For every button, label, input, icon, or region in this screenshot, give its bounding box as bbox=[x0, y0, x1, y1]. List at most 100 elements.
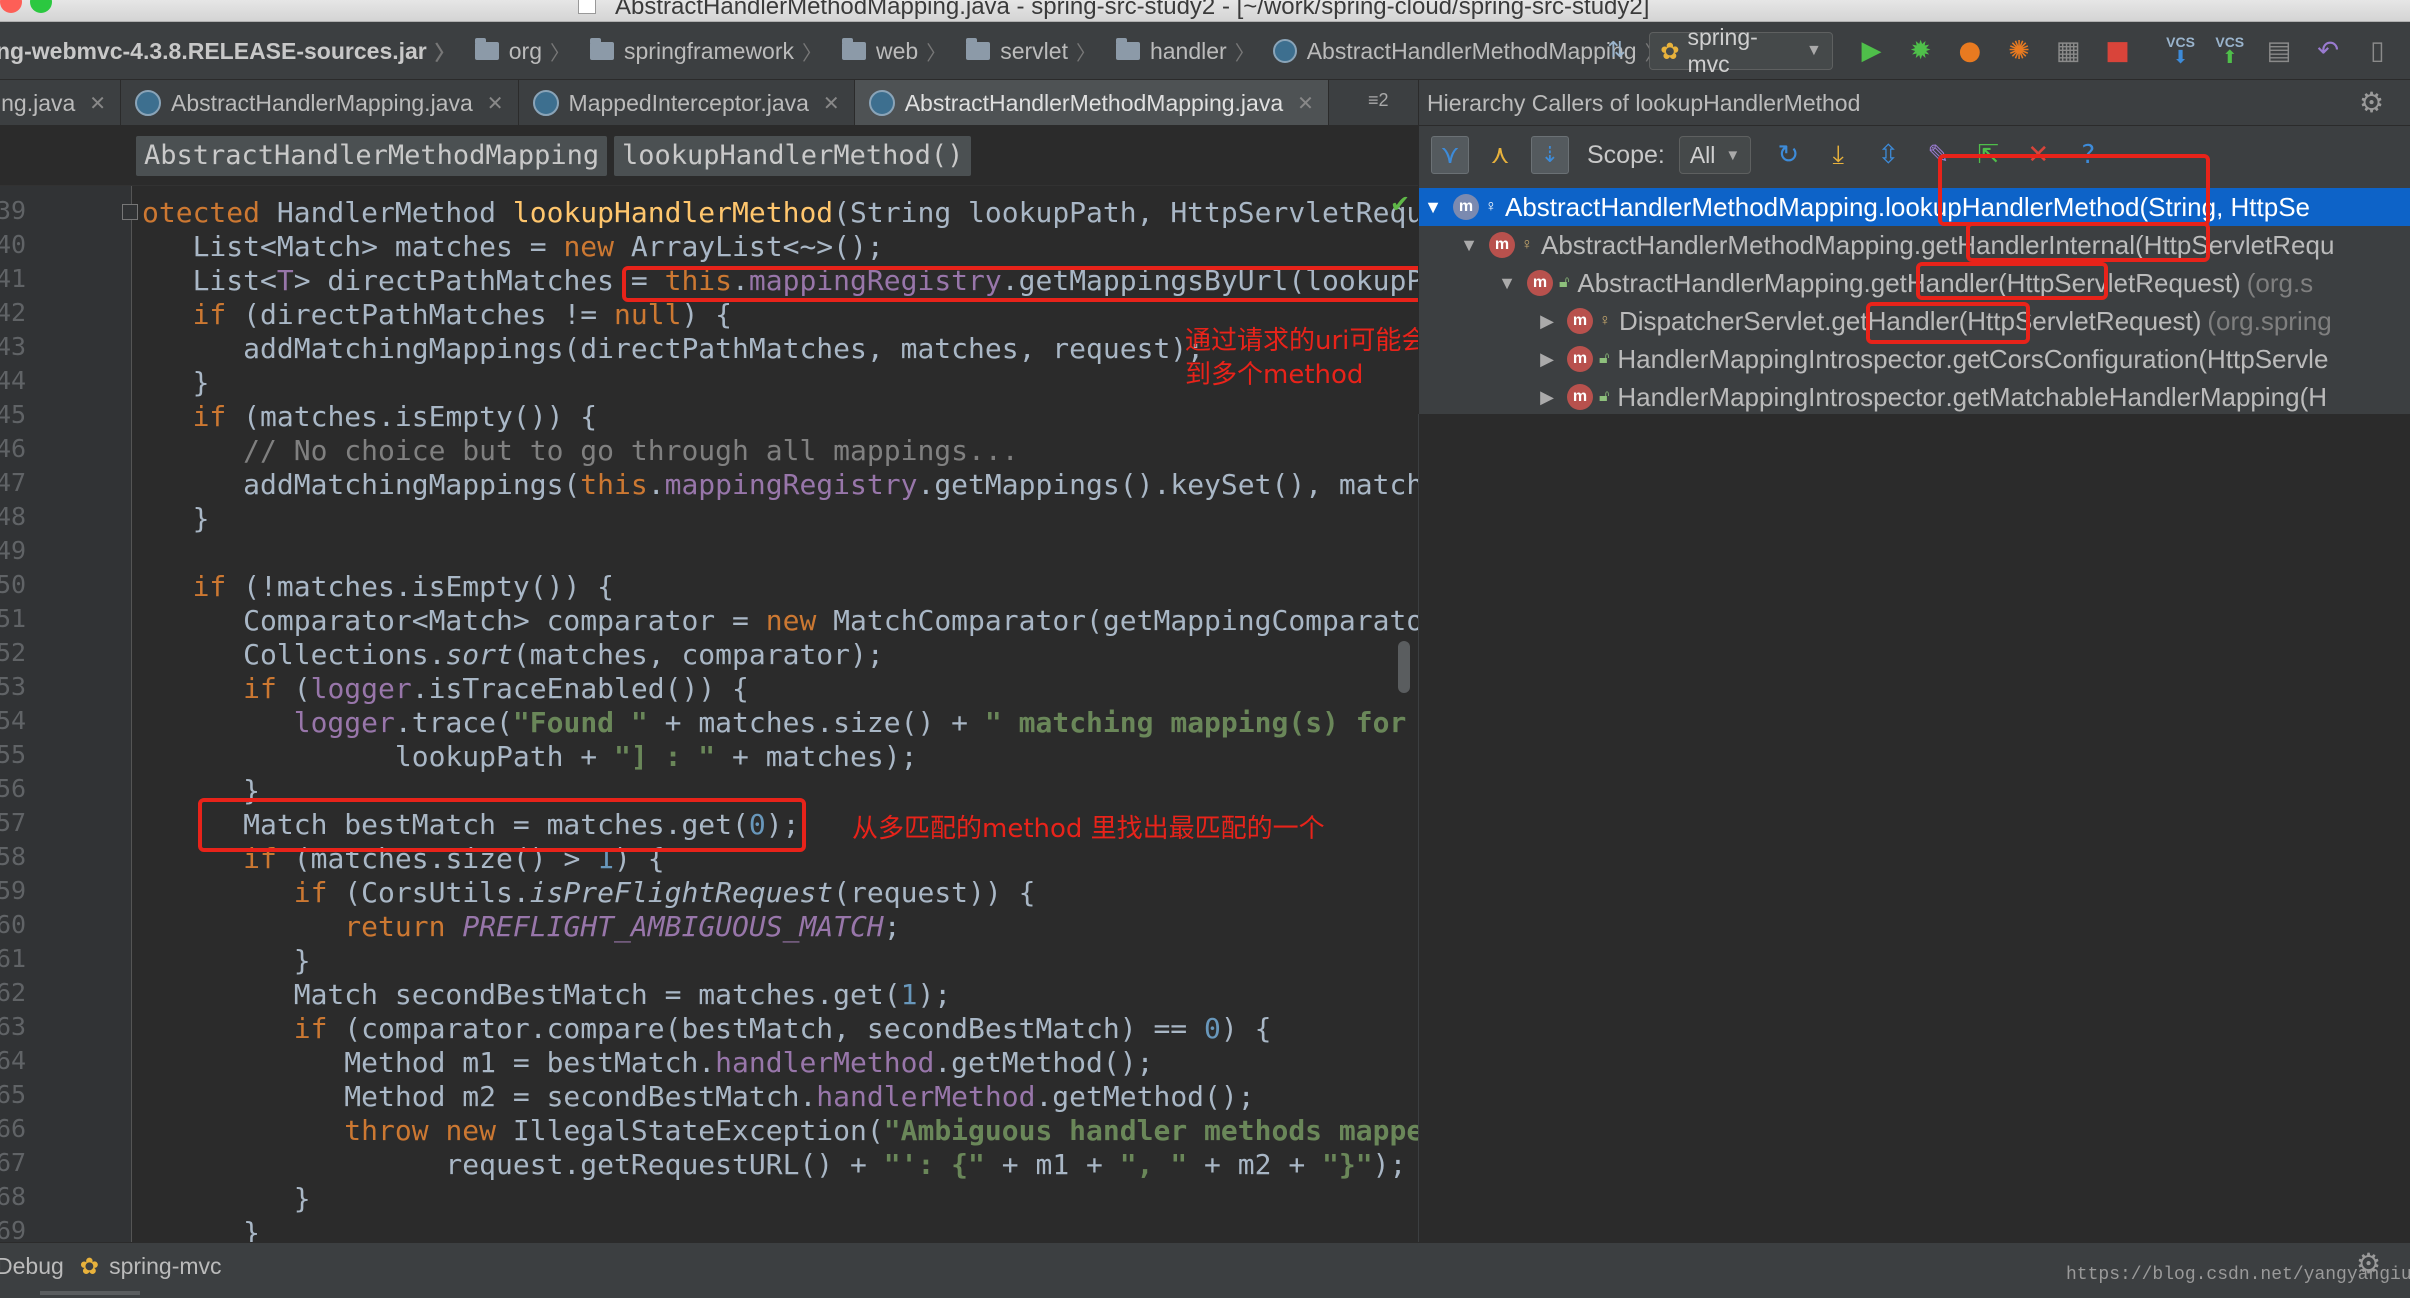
sort-alphabetically-icon[interactable]: ⇣ bbox=[1531, 136, 1569, 174]
tree-row-lookup-handler-method[interactable]: ▼ m ♀ AbstractHandlerMethodMapping .looku… bbox=[1419, 188, 2410, 226]
annotation-note-uri: 通过请求的uri可能会获取 bbox=[1185, 326, 1418, 356]
breadcrumb-item-handler[interactable]: handler 〉 bbox=[1102, 37, 1255, 66]
expand-arrow-icon[interactable]: ▼ bbox=[1495, 273, 1519, 294]
debug-config-label: spring-mvc bbox=[109, 1253, 222, 1279]
expand-arrow-icon[interactable]: ▼ bbox=[1457, 235, 1481, 256]
tree-row-method: .lookupHandlerMethod(String, HttpSe bbox=[1877, 191, 2310, 222]
line-number: 48 bbox=[0, 502, 27, 531]
check-icon: ✔ bbox=[1390, 190, 1411, 218]
breadcrumb-label: servlet bbox=[1000, 37, 1068, 64]
tab-abstract-handler-method-mapping[interactable]: AbstractHandlerMethodMapping.java ✕ bbox=[854, 80, 1329, 125]
tab-abstract-handler-mapping[interactable]: AbstractHandlerMapping.java ✕ bbox=[121, 80, 519, 125]
help-icon[interactable]: ? bbox=[2069, 136, 2107, 174]
caller-hierarchy-icon[interactable]: ⋎ bbox=[1431, 136, 1469, 174]
breadcrumb-label: org bbox=[508, 37, 543, 64]
close-icon[interactable]: ✕ bbox=[823, 91, 840, 116]
editor-breadcrumb-method[interactable]: lookupHandlerMethod() bbox=[614, 136, 972, 176]
window-title: AbstractHandlerMethodMapping.java - spri… bbox=[615, 0, 1650, 20]
arrow-up-icon: ⬆ bbox=[2222, 47, 2238, 68]
run-config-label: spring-mvc bbox=[1687, 24, 1758, 77]
pin-icon[interactable]: ✎ bbox=[1919, 136, 1957, 174]
code-editor[interactable]: 39 40 41 42 43 44 45 46 47 48 49 50 51 52 53 54 55 56 57 58… bbox=[0, 186, 1418, 1242]
spring-boot-icon: ✿ bbox=[1660, 37, 1680, 64]
tree-row-get-handler-internal[interactable]: ▼ m ♀ AbstractHandlerMethodMapping .getHa… bbox=[1419, 226, 2410, 264]
tab-ing-java[interactable]: ing.java ✕ bbox=[0, 80, 122, 125]
editor-breadcrumb-class[interactable]: AbstractHandlerMethodMapping bbox=[136, 136, 608, 176]
chevron-right-icon: 〉 bbox=[802, 42, 823, 65]
tab-overflow-menu[interactable]: ≡2 bbox=[1368, 90, 1389, 111]
code-line: List<Match> matches = new ArrayList<~>()… bbox=[142, 230, 884, 263]
editor-scrollbar[interactable] bbox=[1398, 641, 1410, 693]
breadcrumb-item-web[interactable]: web 〉 bbox=[828, 37, 946, 66]
vcs-update-icon[interactable]: VCS ⬇ bbox=[2164, 34, 2197, 68]
breadcrumb-item-springframework[interactable]: springframework 〉 bbox=[576, 37, 822, 66]
chevron-right-icon: 〉 bbox=[1234, 42, 1255, 65]
export-icon[interactable]: ⤓ bbox=[1819, 136, 1857, 174]
breadcrumb-label: AbstractHandlerMethodMapping bbox=[1306, 37, 1637, 64]
code-line: Collections.sort(matches, comparator); bbox=[142, 638, 884, 671]
public-icon: 🔓︎ bbox=[1599, 388, 1610, 405]
history-icon[interactable]: ▤ bbox=[2262, 34, 2295, 68]
vcs-commit-icon[interactable]: VCS ⬆ bbox=[2213, 34, 2246, 68]
line-number: 45 bbox=[0, 400, 27, 429]
gear-icon[interactable]: ⚙ bbox=[2356, 1247, 2381, 1280]
breadcrumb-label: handler bbox=[1149, 37, 1227, 64]
scope-label: Scope: bbox=[1587, 140, 1665, 169]
breadcrumb-item-jar[interactable]: ng-webmvc-4.3.8.RELEASE-sources.jar 〉 bbox=[0, 37, 455, 66]
line-number: 50 bbox=[0, 570, 27, 599]
tab-mapped-interceptor[interactable]: MappedInterceptor.java ✕ bbox=[519, 80, 855, 125]
sort-icon[interactable]: ⇅ bbox=[1600, 34, 1633, 68]
expand-arrow-icon[interactable]: ▼ bbox=[1421, 197, 1445, 218]
run-configuration-select[interactable]: ✿ spring-mvc ▼ bbox=[1649, 24, 1833, 77]
line-number: 60 bbox=[0, 910, 27, 939]
attach-debugger-icon[interactable]: ▦ bbox=[2052, 34, 2085, 68]
close-icon[interactable]: ✕ bbox=[1297, 91, 1314, 116]
close-icon[interactable]: ✕ bbox=[89, 91, 106, 116]
close-window-button[interactable] bbox=[0, 0, 22, 13]
breadcrumb-item-servlet[interactable]: servlet 〉 bbox=[952, 37, 1096, 66]
chevron-right-icon: 〉 bbox=[550, 42, 571, 65]
scope-select[interactable]: All ▼ bbox=[1678, 136, 1752, 174]
gear-icon[interactable]: ⚙ bbox=[2359, 86, 2384, 119]
run-icon[interactable]: ▶ bbox=[1855, 34, 1888, 68]
line-number: 58 bbox=[0, 842, 27, 871]
annotation-note-uri-2: 到多个method bbox=[1185, 360, 1364, 390]
line-number: 57 bbox=[0, 808, 27, 837]
expand-all-icon[interactable]: ⇳ bbox=[1869, 136, 1907, 174]
tab-label: AbstractHandlerMethodMapping.java bbox=[904, 89, 1284, 116]
open-in-new-icon[interactable]: ⇱ bbox=[1969, 136, 2007, 174]
refresh-icon[interactable]: ↻ bbox=[1769, 136, 1807, 174]
class-icon bbox=[532, 90, 559, 116]
line-number: 65 bbox=[0, 1080, 27, 1109]
hierarchy-empty-area bbox=[1418, 414, 2410, 1242]
maximize-window-button[interactable] bbox=[30, 0, 52, 13]
expand-arrow-icon[interactable]: ▶ bbox=[1535, 387, 1559, 408]
code-line: addMatchingMappings(directPathMatches, m… bbox=[142, 332, 1205, 365]
profile-icon[interactable]: ✺ bbox=[2002, 34, 2035, 68]
more-toolbar-icon[interactable]: ▯ bbox=[2361, 34, 2394, 68]
run-with-coverage-icon[interactable]: ● bbox=[1953, 34, 1986, 68]
line-number: 64 bbox=[0, 1046, 27, 1075]
breadcrumb-item-org[interactable]: org 〉 bbox=[461, 37, 570, 66]
tree-row-get-handler[interactable]: ▼ m 🔓︎ AbstractHandlerMapping .getHandler… bbox=[1419, 264, 2410, 302]
class-icon bbox=[868, 90, 895, 116]
expand-arrow-icon[interactable]: ▶ bbox=[1535, 311, 1559, 332]
status-bar: Debug ✿ spring-mvc https://blog.csdn.net… bbox=[0, 1242, 2410, 1298]
code-line: } bbox=[142, 774, 261, 807]
callee-hierarchy-icon[interactable]: ⋏ bbox=[1481, 136, 1519, 174]
fold-icon[interactable] bbox=[122, 204, 138, 220]
code-line: addMatchingMappings(this.mappingRegistry… bbox=[142, 468, 1418, 501]
revert-icon[interactable]: ↶ bbox=[2312, 34, 2345, 68]
tree-row-get-matchable-handler-mapping[interactable]: ▶ m 🔓︎ HandlerMappingIntrospector .getMat… bbox=[1419, 378, 2410, 414]
close-icon[interactable]: ✕ bbox=[2019, 136, 2057, 174]
tree-row-dispatcher-servlet[interactable]: ▶ m ♀ DispatcherServlet .getHandler(HttpS… bbox=[1419, 302, 2410, 340]
scope-value: All bbox=[1689, 141, 1716, 168]
line-number: 47 bbox=[0, 468, 27, 497]
debug-tool-window-tab[interactable]: Debug ✿ spring-mvc bbox=[0, 1253, 222, 1280]
stop-icon[interactable]: ■ bbox=[2101, 34, 2134, 68]
line-number: 66 bbox=[0, 1114, 27, 1143]
debug-bug-icon[interactable]: ✹ bbox=[1904, 34, 1937, 68]
close-icon[interactable]: ✕ bbox=[487, 91, 504, 116]
tree-row-get-cors-configuration[interactable]: ▶ m 🔓︎ HandlerMappingIntrospector .getCor… bbox=[1419, 340, 2410, 378]
expand-arrow-icon[interactable]: ▶ bbox=[1535, 349, 1559, 370]
